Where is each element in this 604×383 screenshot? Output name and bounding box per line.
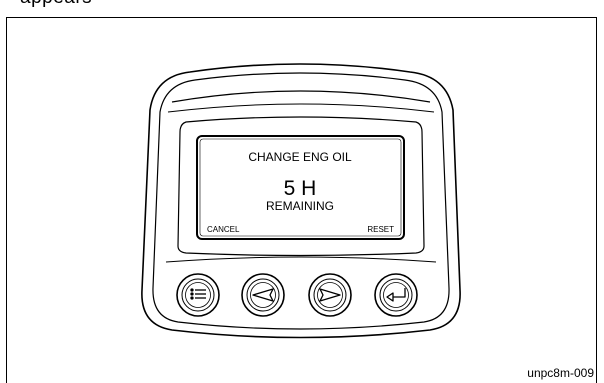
menu-list-icon xyxy=(190,288,206,300)
monitor-illustration: CHANGE ENG OIL 5 H REMAINING CANCEL RESE… xyxy=(141,63,461,339)
softkey-label-reset: RESET xyxy=(367,225,394,234)
lcd-line-message: CHANGE ENG OIL xyxy=(248,150,352,164)
figure-page: appears CHANGE ENG OIL 5 H REMAINING CAN… xyxy=(0,0,604,383)
lcd-line-value: 5 H xyxy=(284,177,317,200)
softkey-label-cancel: CANCEL xyxy=(207,225,240,234)
menu-button[interactable] xyxy=(176,273,220,317)
enter-button[interactable] xyxy=(374,273,418,317)
right-arrow-button[interactable] xyxy=(308,273,352,317)
lcd-line-remaining: REMAINING xyxy=(266,199,334,213)
figure-code: unpc8m-009 xyxy=(527,366,594,380)
left-arrow-button[interactable] xyxy=(241,273,285,317)
